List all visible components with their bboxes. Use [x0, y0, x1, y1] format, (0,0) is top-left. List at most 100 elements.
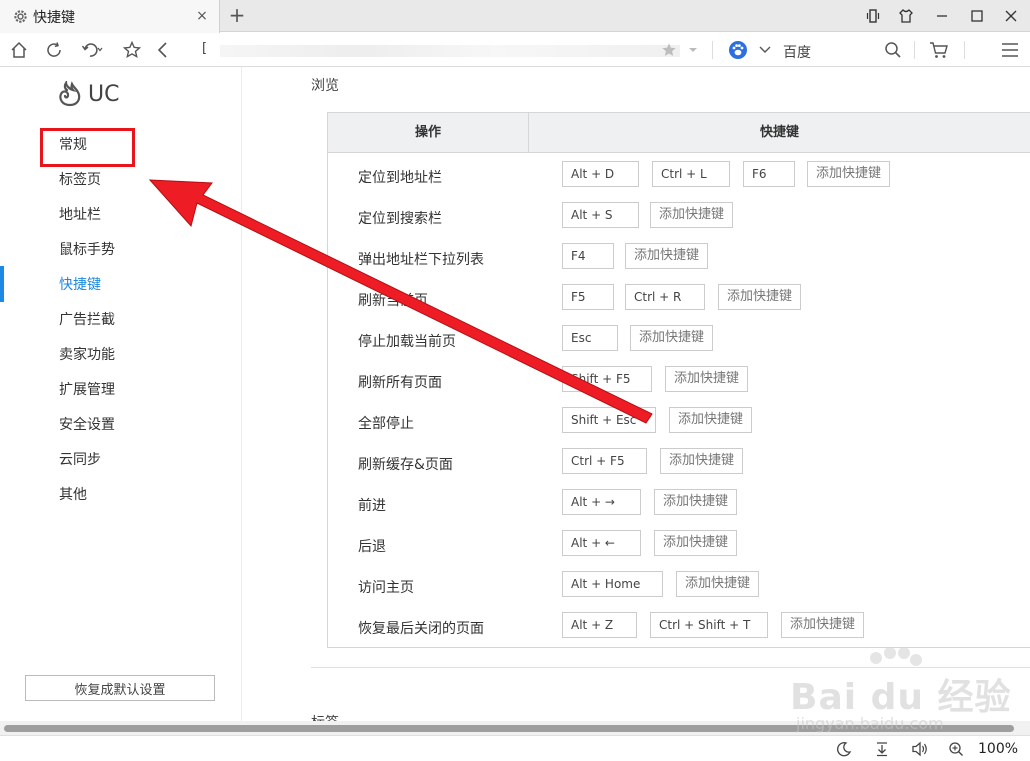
baidu-jingyan-watermark: Bai du 经验 jingyan.baidu.com: [786, 648, 1016, 738]
search-engine-dropdown-icon[interactable]: [753, 38, 777, 62]
uc-logo: UC: [56, 81, 119, 107]
watermark-brand: Bai du 经验: [790, 677, 1012, 718]
add-shortcut-button[interactable]: 添加快捷键: [676, 571, 760, 597]
menu-icon[interactable]: [998, 38, 1022, 62]
maximize-icon[interactable]: [964, 4, 990, 28]
shortcut-key[interactable]: F4: [562, 243, 614, 269]
table-row: 刷新缓存&页面 Ctrl + F5 添加快捷键: [328, 444, 1030, 485]
minimize-icon[interactable]: [929, 4, 955, 28]
shortcut-key[interactable]: Alt + →: [562, 489, 641, 515]
undo-close-icon[interactable]: [80, 38, 104, 62]
operation-name: 全部停止: [358, 416, 414, 432]
add-shortcut-button[interactable]: 添加快捷键: [654, 489, 738, 515]
add-shortcut-button[interactable]: 添加快捷键: [665, 366, 749, 392]
tab-shortcuts[interactable]: 快捷键 ×: [0, 0, 220, 33]
volume-icon[interactable]: [910, 740, 930, 758]
operation-name: 刷新所有页面: [358, 375, 442, 391]
sidebar-item-ad-block[interactable]: 广告拦截: [59, 310, 115, 330]
operation-name: 定位到搜索栏: [358, 211, 442, 227]
sidebar-item-cloud-sync[interactable]: 云同步: [59, 450, 101, 470]
table-row: 停止加载当前页 Esc 添加快捷键: [328, 321, 1030, 362]
download-icon[interactable]: [872, 740, 892, 758]
add-shortcut-button[interactable]: 添加快捷键: [660, 448, 744, 474]
shortcut-key[interactable]: Alt + S: [562, 202, 639, 228]
bookmark-star-icon[interactable]: [120, 38, 144, 62]
shortcut-key[interactable]: Alt + Z: [562, 612, 637, 638]
search-engine-label[interactable]: 百度: [783, 42, 811, 62]
home-icon[interactable]: [7, 38, 31, 62]
uc-logo-text: UC: [88, 81, 120, 107]
shortcut-key[interactable]: Alt + D: [562, 161, 639, 187]
shortcut-key[interactable]: Esc: [562, 325, 618, 351]
sidebar-item-shortcuts[interactable]: 快捷键: [59, 275, 101, 295]
sidebar-item-security[interactable]: 安全设置: [59, 415, 115, 435]
url-input[interactable]: [: [196, 39, 706, 61]
favorite-star-icon[interactable]: [657, 38, 681, 62]
sidebar-item-other[interactable]: 其他: [59, 485, 87, 505]
reload-icon[interactable]: [42, 38, 66, 62]
table-header: 操作 快捷键: [328, 113, 1030, 153]
highlight-box: [40, 128, 135, 167]
shortcut-key[interactable]: F6: [743, 161, 795, 187]
table-row: 访问主页 Alt + Home 添加快捷键: [328, 567, 1030, 608]
tab-title: 快捷键: [33, 9, 75, 26]
shortcut-key[interactable]: Shift + Esc: [562, 407, 656, 433]
skin-icon[interactable]: [893, 4, 919, 28]
shortcut-key[interactable]: Ctrl + L: [652, 161, 730, 187]
zoom-in-icon[interactable]: [946, 740, 966, 758]
cart-icon[interactable]: [927, 38, 951, 62]
address-toolbar: [ 百度: [0, 33, 1030, 67]
section-title-browse: 浏览: [311, 78, 339, 94]
table-row: 刷新所有页面 Shift + F5 添加快捷键: [328, 362, 1030, 403]
shortcut-key[interactable]: Ctrl + R: [625, 284, 705, 310]
table-row: 刷新当前页 F5 Ctrl + R 添加快捷键: [328, 280, 1030, 321]
section-title-tabs: 标签: [311, 712, 339, 721]
vibrate-icon[interactable]: [860, 4, 886, 28]
search-icon[interactable]: [881, 38, 905, 62]
add-shortcut-button[interactable]: 添加快捷键: [630, 325, 714, 351]
reset-defaults-button[interactable]: 恢复成默认设置: [25, 675, 215, 701]
sidebar-item-seller[interactable]: 卖家功能: [59, 345, 115, 365]
close-window-icon[interactable]: [998, 4, 1024, 28]
new-tab-button[interactable]: +: [226, 3, 248, 27]
watermark-url: jingyan.baidu.com: [796, 714, 944, 733]
shortcut-key[interactable]: F5: [562, 284, 614, 310]
add-shortcut-button[interactable]: 添加快捷键: [650, 202, 734, 228]
add-shortcut-button[interactable]: 添加快捷键: [718, 284, 802, 310]
table-row: 定位到搜索栏 Alt + S 添加快捷键: [328, 198, 1030, 239]
shortcut-key[interactable]: Ctrl + F5: [562, 448, 647, 474]
night-mode-icon[interactable]: [834, 740, 854, 758]
operation-name: 定位到地址栏: [358, 170, 442, 186]
shortcut-key[interactable]: Shift + F5: [562, 366, 652, 392]
operation-name: 刷新当前页: [358, 293, 428, 309]
add-shortcut-button[interactable]: 添加快捷键: [781, 612, 865, 638]
table-row: 恢复最后关闭的页面 Alt + Z Ctrl + Shift + T 添加快捷键: [328, 608, 1030, 649]
sidebar-item-address-bar[interactable]: 地址栏: [59, 205, 101, 225]
shortcut-key[interactable]: Ctrl + Shift + T: [650, 612, 768, 638]
status-bar: 100%: [0, 735, 1030, 761]
add-shortcut-button[interactable]: 添加快捷键: [625, 243, 709, 269]
add-shortcut-button[interactable]: 添加快捷键: [654, 530, 738, 556]
close-tab-icon[interactable]: ×: [193, 7, 211, 25]
sidebar-item-mouse-gestures[interactable]: 鼠标手势: [59, 240, 115, 260]
shortcut-table: 操作 快捷键 定位到地址栏 Alt + D Ctrl + L F6 添加快捷键 …: [327, 112, 1030, 648]
shortcut-key[interactable]: Alt + ←: [562, 530, 641, 556]
operation-name: 弹出地址栏下拉列表: [358, 252, 484, 268]
operation-name: 访问主页: [358, 580, 414, 596]
uc-squirrel-icon: [59, 81, 81, 107]
gear-icon: [12, 9, 28, 25]
add-shortcut-button[interactable]: 添加快捷键: [669, 407, 753, 433]
header-shortcut: 快捷键: [759, 125, 799, 140]
sidebar-item-tabs[interactable]: 标签页: [59, 170, 101, 190]
zoom-level[interactable]: 100%: [978, 741, 1018, 757]
shortcut-key[interactable]: Alt + Home: [562, 571, 663, 597]
url-dropdown-icon[interactable]: [681, 38, 705, 62]
add-shortcut-button[interactable]: 添加快捷键: [807, 161, 891, 187]
toolbar-divider: [914, 41, 915, 59]
table-row: 定位到地址栏 Alt + D Ctrl + L F6 添加快捷键: [328, 157, 1030, 198]
url-blurred: [220, 45, 680, 57]
operation-name: 前进: [358, 498, 386, 514]
sidebar-item-extensions[interactable]: 扩展管理: [59, 380, 115, 400]
baidu-paw-icon[interactable]: [726, 38, 750, 62]
back-icon[interactable]: [151, 38, 175, 62]
